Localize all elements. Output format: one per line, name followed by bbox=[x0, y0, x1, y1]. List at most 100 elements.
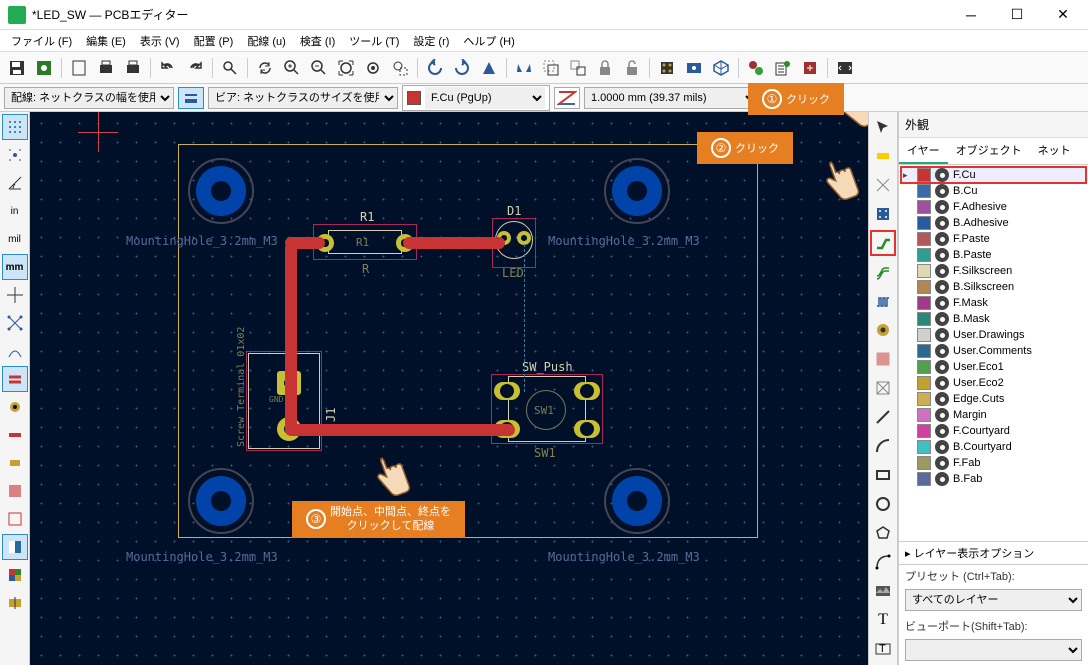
ratsnest-toggle-icon[interactable] bbox=[2, 310, 28, 336]
auto-width-toggle[interactable] bbox=[178, 87, 204, 109]
track-width-select[interactable]: 配線: ネットクラスの幅を使用 bbox=[4, 87, 174, 109]
zone-outline-icon[interactable] bbox=[2, 506, 28, 532]
menu-inspect[interactable]: 検査 (I) bbox=[293, 31, 342, 51]
zoom-fit-icon[interactable] bbox=[333, 55, 359, 81]
drc-icon[interactable] bbox=[770, 55, 796, 81]
layer-row-b-courtyard[interactable]: B.Courtyard bbox=[901, 439, 1086, 455]
undo-icon[interactable] bbox=[155, 55, 181, 81]
pad-outline-icon[interactable] bbox=[2, 450, 28, 476]
unlock-icon[interactable] bbox=[619, 55, 645, 81]
zone-tool-icon[interactable] bbox=[870, 346, 896, 372]
layer-row-f-adhesive[interactable]: F.Adhesive bbox=[901, 199, 1086, 215]
layer-row-user-eco2[interactable]: User.Eco2 bbox=[901, 375, 1086, 391]
menu-settings[interactable]: 設定 (r) bbox=[406, 31, 456, 51]
minimize-button[interactable]: ─ bbox=[948, 0, 994, 30]
layer-row-f-paste[interactable]: F.Paste bbox=[901, 231, 1086, 247]
menu-tools[interactable]: ツール (T) bbox=[342, 31, 406, 51]
cursor-full-icon[interactable] bbox=[2, 282, 28, 308]
outline-mode-icon[interactable] bbox=[2, 366, 28, 392]
update-from-schematic-icon[interactable] bbox=[743, 55, 769, 81]
units-mm-icon[interactable]: mm bbox=[2, 254, 28, 280]
layer-row-user-drawings[interactable]: User.Drawings bbox=[901, 327, 1086, 343]
zoom-out-icon[interactable] bbox=[306, 55, 332, 81]
menu-edit[interactable]: 編集 (E) bbox=[79, 31, 133, 51]
image-tool-icon[interactable] bbox=[870, 578, 896, 604]
schematic-icon[interactable] bbox=[797, 55, 823, 81]
layer-row-b-cu[interactable]: B.Cu bbox=[901, 183, 1086, 199]
footprint-tool-icon[interactable] bbox=[870, 201, 896, 227]
circle-tool-icon[interactable] bbox=[870, 491, 896, 517]
menu-view[interactable]: 表示 (V) bbox=[133, 31, 187, 51]
via-size-select[interactable]: ビア: ネットクラスのサイズを使用 bbox=[208, 87, 398, 109]
ungroup-icon[interactable] bbox=[565, 55, 591, 81]
preset-select[interactable]: すべてのレイヤー bbox=[905, 589, 1082, 611]
layer-row-f-courtyard[interactable]: F.Courtyard bbox=[901, 423, 1086, 439]
highlight-net-icon[interactable] bbox=[870, 143, 896, 169]
print-icon[interactable] bbox=[93, 55, 119, 81]
grid-dots-icon[interactable] bbox=[2, 114, 28, 140]
layer-row-b-mask[interactable]: B.Mask bbox=[901, 311, 1086, 327]
close-button[interactable]: ✕ bbox=[1040, 0, 1086, 30]
mirror-h-icon[interactable] bbox=[511, 55, 537, 81]
route-diff-pair-icon[interactable] bbox=[870, 259, 896, 285]
layer-row-f-silkscreen[interactable]: F.Silkscreen bbox=[901, 263, 1086, 279]
via-outline-icon[interactable] bbox=[2, 394, 28, 420]
tab-objects[interactable]: オブジェクト bbox=[948, 138, 1030, 164]
select-tool-icon[interactable] bbox=[870, 114, 896, 140]
polar-icon[interactable] bbox=[2, 170, 28, 196]
menu-file[interactable]: ファイル (F) bbox=[4, 31, 79, 51]
layer-row-f-fab[interactable]: F.Fab bbox=[901, 455, 1086, 471]
ratsnest-curved-icon[interactable] bbox=[2, 338, 28, 364]
bezier-tool-icon[interactable] bbox=[870, 549, 896, 575]
plot-icon[interactable] bbox=[120, 55, 146, 81]
mirror-v-icon[interactable] bbox=[476, 55, 502, 81]
net-color-icon[interactable] bbox=[2, 562, 28, 588]
redo-icon[interactable] bbox=[182, 55, 208, 81]
flip-board-icon[interactable] bbox=[2, 590, 28, 616]
layer-display-options[interactable]: ▸ レイヤー表示オプション bbox=[899, 541, 1088, 564]
pcb-canvas[interactable]: MountingHole_3.2mm_M3 MountingHole_3.2mm… bbox=[30, 112, 868, 665]
layer-pair-icon[interactable] bbox=[554, 87, 580, 109]
rect-tool-icon[interactable] bbox=[870, 462, 896, 488]
maximize-button[interactable]: ☐ bbox=[994, 0, 1040, 30]
layer-row-user-comments[interactable]: User.Comments bbox=[901, 343, 1086, 359]
tab-nets[interactable]: ネット bbox=[1030, 138, 1079, 164]
layer-row-b-fab[interactable]: B.Fab bbox=[901, 471, 1086, 487]
layer-select[interactable]: F.Cu (PgUp) bbox=[402, 85, 550, 111]
page-settings-icon[interactable] bbox=[66, 55, 92, 81]
zoom-objects-icon[interactable] bbox=[360, 55, 386, 81]
3d-viewer-icon[interactable] bbox=[708, 55, 734, 81]
footprint-browser-icon[interactable] bbox=[681, 55, 707, 81]
grid-select[interactable]: 1.0000 mm (39.37 mils) bbox=[584, 87, 759, 109]
keepout-tool-icon[interactable] bbox=[870, 375, 896, 401]
layer-row-f-mask[interactable]: F.Mask bbox=[901, 295, 1086, 311]
text-tool-icon[interactable]: T bbox=[870, 607, 896, 633]
layer-row-b-paste[interactable]: B.Paste bbox=[901, 247, 1086, 263]
units-mil-icon[interactable]: mil bbox=[2, 226, 28, 252]
textbox-tool-icon[interactable]: T bbox=[870, 636, 896, 662]
rotate-cw-icon[interactable] bbox=[449, 55, 475, 81]
line-tool-icon[interactable] bbox=[870, 404, 896, 430]
track-outline-icon[interactable] bbox=[2, 422, 28, 448]
group-icon[interactable] bbox=[538, 55, 564, 81]
layer-row-user-eco1[interactable]: User.Eco1 bbox=[901, 359, 1086, 375]
board-setup-icon[interactable] bbox=[31, 55, 57, 81]
layer-row-b-adhesive[interactable]: B.Adhesive bbox=[901, 215, 1086, 231]
layer-row-f-cu[interactable]: ▸F.Cu bbox=[901, 167, 1086, 183]
route-track-tool-icon[interactable] bbox=[870, 230, 896, 256]
layer-list[interactable]: ▸F.CuB.CuF.AdhesiveB.AdhesiveF.PasteB.Pa… bbox=[899, 165, 1088, 541]
layer-row-edge-cuts[interactable]: Edge.Cuts bbox=[901, 391, 1086, 407]
arc-tool-icon[interactable] bbox=[870, 433, 896, 459]
via-tool-icon[interactable] bbox=[870, 317, 896, 343]
local-ratsnest-icon[interactable] bbox=[870, 172, 896, 198]
polygon-tool-icon[interactable] bbox=[870, 520, 896, 546]
menu-route[interactable]: 配線 (u) bbox=[240, 31, 293, 51]
scripting-icon[interactable] bbox=[832, 55, 858, 81]
lock-icon[interactable] bbox=[592, 55, 618, 81]
menu-place[interactable]: 配置 (P) bbox=[187, 31, 241, 51]
grid-override-icon[interactable] bbox=[2, 142, 28, 168]
save-icon[interactable] bbox=[4, 55, 30, 81]
tune-length-icon[interactable] bbox=[870, 288, 896, 314]
layer-row-margin[interactable]: Margin bbox=[901, 407, 1086, 423]
viewport-select[interactable] bbox=[905, 639, 1082, 661]
